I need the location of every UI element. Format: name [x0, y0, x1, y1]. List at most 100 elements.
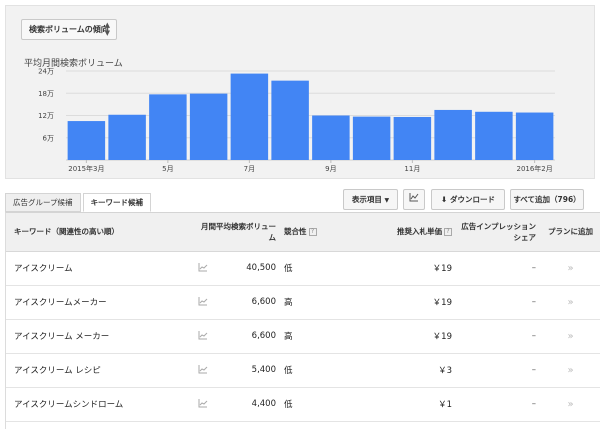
volume-cell: 5,400 — [192, 353, 280, 388]
header-share-label: 広告インプレッションシェア — [461, 221, 536, 242]
add-to-plan-icon[interactable]: » — [567, 331, 573, 342]
header-volume[interactable]: 月間平均検索ボリューム — [192, 213, 280, 252]
bar[interactable] — [149, 94, 187, 160]
header-share[interactable]: 広告インプレッションシェア — [456, 213, 540, 252]
competition-cell: 高 — [280, 285, 366, 320]
bar[interactable] — [67, 121, 106, 160]
table-row: アイスクリーム レシピ 5,400 低 ￥3– » — [6, 353, 600, 388]
table-row: アイスクリーム 40,500 低 ￥19– » — [6, 251, 600, 286]
add-to-plan-cell[interactable]: » — [540, 319, 600, 354]
share-cell: – — [456, 353, 540, 388]
download-icon: ⬇ — [441, 195, 448, 204]
trend-chart-icon[interactable] — [198, 262, 208, 274]
header-competition[interactable]: 競合性? — [280, 213, 366, 252]
keyword-cell: アイスクリーム レシピ — [6, 353, 192, 388]
help-icon[interactable]: ? — [308, 228, 317, 237]
tab-ad-group-ideas[interactable]: 広告グループ候補 — [5, 193, 81, 212]
bid-cell: ￥19 — [366, 285, 456, 320]
add-to-plan-cell[interactable]: » — [540, 387, 600, 422]
share-cell: – — [456, 251, 540, 286]
volume-value: 5,400 — [251, 364, 276, 375]
help-icon[interactable]: ? — [444, 228, 452, 237]
bar[interactable] — [271, 80, 309, 160]
download-button-label: ダウンロード — [449, 195, 495, 204]
bar[interactable] — [312, 115, 350, 161]
volume-value: 40,500 — [246, 262, 276, 273]
add-to-plan-cell[interactable]: » — [540, 353, 600, 388]
download-button[interactable]: ⬇ ダウンロード — [431, 189, 505, 210]
y-tick-label: 12万 — [38, 112, 54, 120]
bar[interactable] — [475, 111, 513, 160]
trend-chart-icon[interactable] — [198, 398, 208, 410]
bid-cell: ￥19 — [366, 319, 456, 354]
x-tick-label: 2015年3月 — [68, 164, 104, 173]
header-keyword-label: キーワード（関連性の高い順） — [14, 227, 119, 237]
trend-chart-icon[interactable] — [198, 330, 208, 342]
add-to-plan-icon[interactable]: » — [567, 399, 573, 410]
x-tick-label: 2016年2月 — [516, 164, 552, 173]
share-cell: – — [456, 285, 540, 320]
bar[interactable] — [393, 116, 432, 160]
add-to-plan-icon[interactable]: » — [567, 297, 573, 308]
competition-cell: 低 — [280, 353, 366, 388]
share-cell: – — [456, 387, 540, 422]
keyword-cell: アイスクリーム — [6, 251, 192, 286]
volume-value: 6,600 — [251, 296, 276, 307]
header-bid-label: 推奨入札単価 — [397, 227, 442, 237]
add-all-button-label: すべて追加（796） — [513, 195, 581, 204]
keyword-table: キーワード（関連性の高い順） 月間平均検索ボリューム 競合性? 推奨入札単価? … — [5, 212, 600, 429]
volume-cell: 6,600 — [192, 319, 280, 354]
tab-keyword-ideas[interactable]: キーワード候補 — [82, 193, 152, 212]
add-all-button[interactable]: すべて追加（796） — [510, 189, 584, 210]
trend-chart-icon[interactable] — [198, 296, 208, 308]
bid-cell: ￥1 — [366, 387, 456, 422]
header-competition-label: 競合性 — [284, 227, 307, 237]
keyword-cell: アイスクリームシンドローム — [6, 387, 192, 422]
add-to-plan-cell[interactable]: » — [540, 285, 600, 320]
y-tick-label: 24万 — [38, 68, 54, 76]
header-plan: プランに追加 — [540, 213, 600, 252]
chart-panel: 検索ボリュームの傾向 ▲ ▼ 平均月間検索ボリューム 6万 12万 18万 24万 201… — [5, 5, 595, 179]
keyword-cell: アイスクリームメーカー — [6, 285, 192, 320]
tab-bar: 広告グループ候補 キーワード候補 — [5, 193, 153, 212]
volume-cell: 4,400 — [192, 387, 280, 422]
competition-cell: 低 — [280, 387, 366, 422]
line-chart-icon — [409, 193, 419, 204]
header-bid[interactable]: 推奨入札単価? — [366, 213, 456, 252]
y-tick-label: 6万 — [43, 134, 54, 142]
competition-cell: 高 — [280, 319, 366, 354]
bar-chart: 6万 12万 18万 24万 2015年3月 5月 7月 9月 11月 2016年2月 — [38, 68, 555, 173]
bar[interactable] — [189, 93, 228, 160]
add-to-plan-cell[interactable]: » — [540, 251, 600, 286]
bar[interactable] — [515, 112, 554, 160]
header-keyword[interactable]: キーワード（関連性の高い順） — [6, 213, 192, 252]
bar[interactable] — [108, 114, 146, 160]
add-to-plan-icon[interactable]: » — [567, 365, 573, 376]
x-tick-label: 5月 — [162, 165, 173, 173]
bar[interactable] — [230, 73, 269, 160]
chart-toggle-button[interactable] — [403, 189, 425, 210]
columns-button-label: 表示項目 — [351, 195, 382, 204]
bar[interactable] — [352, 116, 391, 160]
table-row: アイスクリームメーカー 6,600 高 ￥19– » — [6, 285, 600, 320]
bid-cell: ￥19 — [366, 251, 456, 286]
caret-down-icon: ▼ — [384, 197, 390, 204]
volume-cell: 40,500 — [192, 251, 280, 286]
table-body: アイスクリーム 40,500 低 ￥19–» アイスクリームメーカー 6,600 高 ￥19–… — [6, 251, 600, 422]
bar[interactable] — [434, 109, 472, 160]
y-tick-label: 18万 — [38, 90, 54, 98]
add-to-plan-icon[interactable]: » — [567, 263, 573, 274]
volume-cell: 6,600 — [192, 285, 280, 320]
table-row: アイスクリームシンドローム 4,400 低 ￥1– » — [6, 387, 600, 422]
x-tick-label: 11月 — [404, 165, 420, 173]
x-tick-label: 9月 — [325, 165, 336, 173]
volume-value: 6,600 — [251, 330, 276, 341]
keyword-cell: アイスクリーム メーカー — [6, 319, 192, 354]
header-plan-label: プランに追加 — [548, 227, 593, 237]
volume-value: 4,400 — [251, 398, 276, 409]
columns-button[interactable]: 表示項目 ▼ — [343, 189, 398, 210]
header-volume-label: 月間平均検索ボリューム — [201, 221, 276, 242]
competition-cell: 低 — [280, 251, 366, 286]
trend-chart-icon[interactable] — [198, 364, 208, 376]
table-row: アイスクリーム メーカー 6,600 高 ￥19– » — [6, 319, 600, 354]
